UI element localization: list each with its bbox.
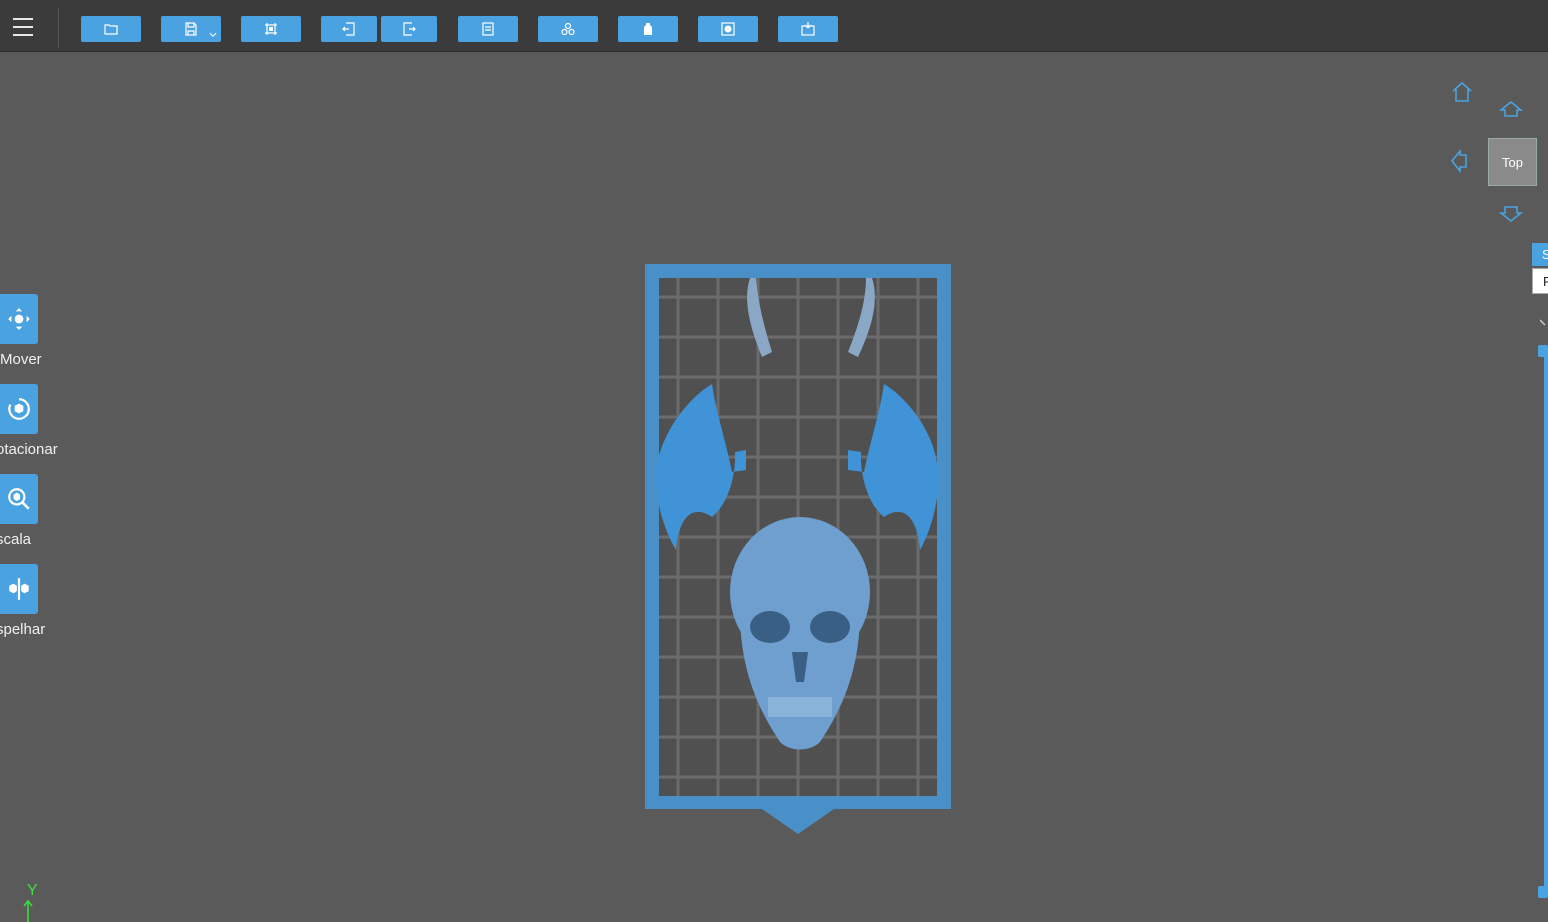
slice-icon xyxy=(801,22,815,36)
tool-label-mirror: spelhar xyxy=(0,621,46,638)
undo-icon xyxy=(342,22,355,36)
hollow-icon xyxy=(721,22,735,36)
support-button[interactable] xyxy=(618,16,678,42)
layout-button[interactable] xyxy=(458,16,518,42)
move-icon xyxy=(8,308,30,330)
home-icon[interactable] xyxy=(1450,80,1474,104)
scale-tool-button[interactable] xyxy=(0,474,38,524)
chevron-down-icon xyxy=(209,32,217,37)
rotate-tool-button[interactable] xyxy=(0,384,38,434)
hamburger-menu-button[interactable] xyxy=(6,12,40,42)
slice-button[interactable] xyxy=(778,16,838,42)
undo-button[interactable] xyxy=(321,16,377,42)
arrow-up-icon[interactable] xyxy=(1499,100,1523,118)
bottle-icon xyxy=(644,23,652,35)
mirror-icon xyxy=(9,578,29,600)
save-button[interactable] xyxy=(161,16,221,42)
layer-slider-track[interactable] xyxy=(1544,348,1548,896)
arrange-icon xyxy=(561,22,575,36)
arrow-left-icon[interactable] xyxy=(1450,149,1468,173)
side-tab-2[interactable]: R xyxy=(1532,268,1548,294)
build-plate-scene[interactable] xyxy=(0,52,1548,922)
open-file-button[interactable] xyxy=(81,16,141,42)
select-frame-icon xyxy=(265,23,277,35)
rotate-icon xyxy=(8,398,30,420)
side-tab-1[interactable]: S xyxy=(1532,243,1548,266)
select-frame-button[interactable] xyxy=(241,16,301,42)
current-view-indicator[interactable]: Top xyxy=(1488,138,1537,186)
3d-viewport[interactable]: Mover otacionar scala spelhar xyxy=(0,52,1548,922)
move-tool-button[interactable] xyxy=(0,294,38,344)
arrow-down-icon[interactable] xyxy=(1499,205,1523,223)
layer-slider-bottom-handle[interactable] xyxy=(1538,886,1548,898)
layout-icon xyxy=(482,22,494,36)
tool-label-rotate: otacionar xyxy=(0,441,58,458)
plate-front-marker xyxy=(762,809,834,834)
y-axis-arrow-icon xyxy=(23,899,33,922)
mirror-tool-button[interactable] xyxy=(0,564,38,614)
toolbar-divider xyxy=(58,8,59,48)
redo-button[interactable] xyxy=(381,16,437,42)
toolbar xyxy=(0,0,1548,52)
folder-icon xyxy=(104,24,118,35)
tool-label-scale: scala xyxy=(0,531,32,548)
layer-slider-top-handle[interactable] xyxy=(1538,345,1548,357)
scale-icon xyxy=(8,488,30,510)
collapse-chevron-icon[interactable] xyxy=(1540,318,1548,328)
arrange-button[interactable] xyxy=(538,16,598,42)
hollow-button[interactable] xyxy=(698,16,758,42)
tool-label-move: Mover xyxy=(0,351,42,368)
y-axis-label: Y xyxy=(27,882,38,899)
redo-icon xyxy=(403,22,416,36)
save-icon xyxy=(185,22,197,36)
